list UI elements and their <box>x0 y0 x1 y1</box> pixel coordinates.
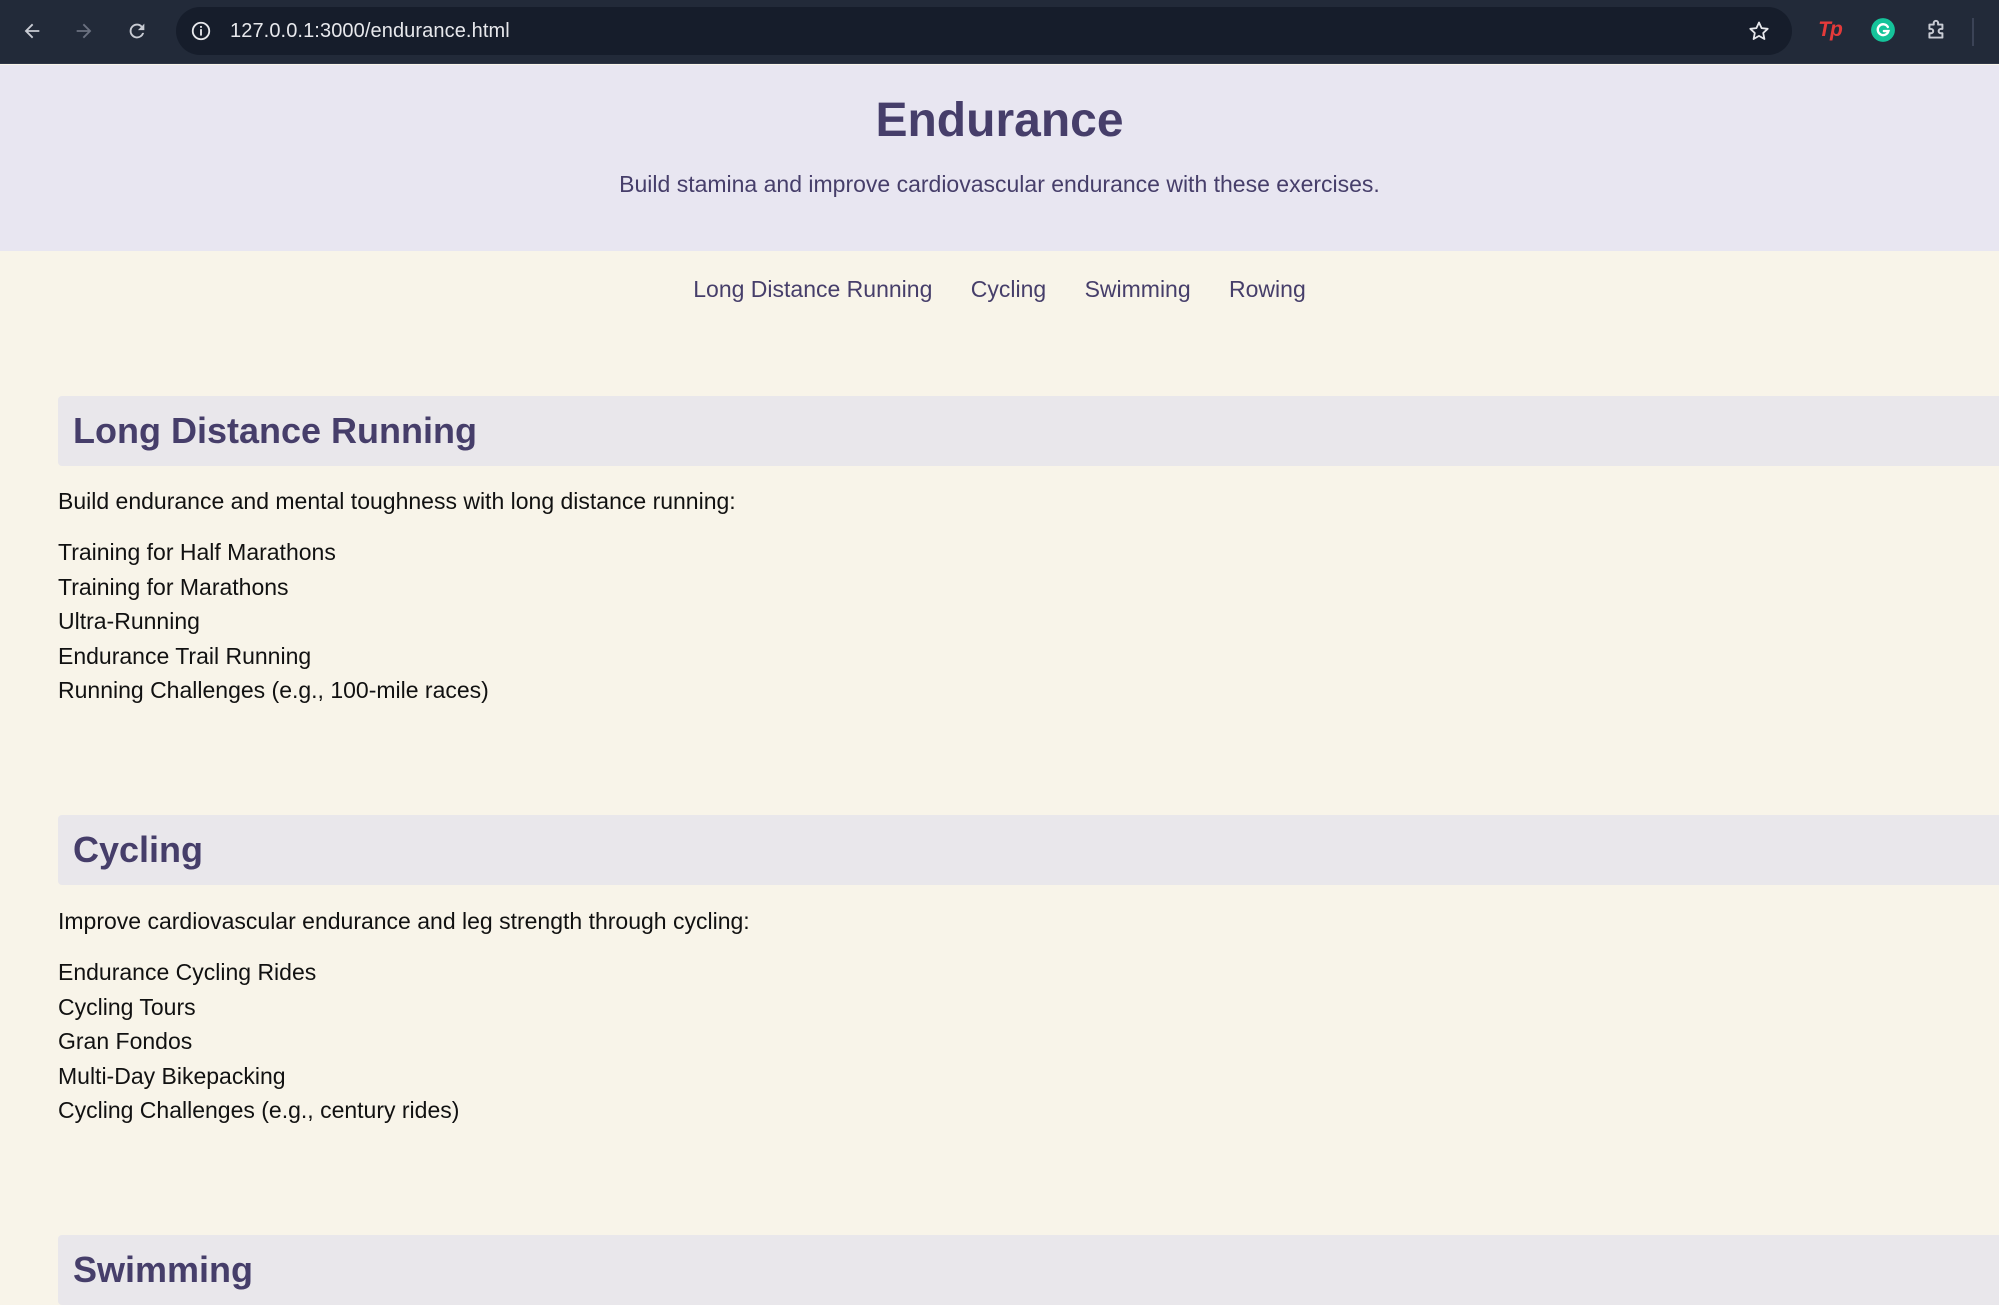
section-header-long-distance-running: Long Distance Running <box>58 396 1999 466</box>
section-intro: Improve cardiovascular endurance and leg… <box>58 908 750 934</box>
section-title: Long Distance Running <box>73 410 477 451</box>
url-text[interactable]: 127.0.0.1:3000/endurance.html <box>230 20 510 43</box>
reload-icon <box>129 23 145 39</box>
address-bar[interactable]: 127.0.0.1:3000/endurance.html <box>176 7 1792 55</box>
exercise-list: Endurance Cycling Rides Cycling Tours Gr… <box>58 955 459 1128</box>
star-icon[interactable] <box>1746 18 1772 44</box>
forward-arrow-icon <box>76 23 92 39</box>
list-item: Gran Fondos <box>58 1028 193 1054</box>
page-subtitle: Build stamina and improve cardiovascular… <box>619 171 1380 197</box>
back-button[interactable] <box>14 13 50 49</box>
list-item: Cycling Tours <box>58 993 196 1020</box>
section-header-cycling: Cycling <box>58 815 1999 885</box>
nav-link-cycling[interactable]: Cycling <box>971 276 1046 303</box>
back-arrow-icon <box>24 23 40 39</box>
nav-link-rowing[interactable]: Rowing <box>1229 276 1306 303</box>
list-item: Endurance Trail Running <box>58 642 312 669</box>
section-nav: Long Distance Running Cycling Swimming R… <box>0 276 1999 303</box>
list-item: Cycling Challenges (e.g., century rides) <box>58 1097 460 1123</box>
list-item: Training for Marathons <box>58 573 289 600</box>
browser-toolbar: 127.0.0.1:3000/endurance.html Tp <box>0 0 1999 64</box>
list-item: Training for Half Marathons <box>58 539 336 565</box>
forward-button[interactable] <box>66 13 102 49</box>
page-title: Endurance <box>875 94 1124 147</box>
grammarly-icon[interactable] <box>1868 15 1898 45</box>
section-header-swimming: Swimming <box>58 1235 1999 1305</box>
toolbar-divider <box>1972 18 1974 46</box>
list-item: Ultra-Running <box>58 608 200 634</box>
list-item: Endurance Cycling Rides <box>58 959 317 985</box>
reload-button[interactable] <box>119 13 155 49</box>
nav-link-swimming[interactable]: Swimming <box>1085 276 1191 303</box>
extensions-puzzle-icon[interactable] <box>1922 15 1952 45</box>
section-title: Cycling <box>73 829 204 870</box>
section-intro: Build endurance and mental toughness wit… <box>58 488 736 514</box>
page-header: Endurance Build stamina and improve card… <box>0 65 1999 251</box>
tp-extension-icon[interactable]: Tp <box>1815 15 1845 45</box>
list-item: Multi-Day Bikepacking <box>58 1062 286 1089</box>
site-info-icon[interactable] <box>188 18 214 44</box>
exercise-list: Training for Half Marathons Training for… <box>58 535 489 708</box>
list-item: Running Challenges (e.g., 100-mile races… <box>58 677 489 703</box>
nav-link-long-distance-running[interactable]: Long Distance Running <box>693 276 932 303</box>
